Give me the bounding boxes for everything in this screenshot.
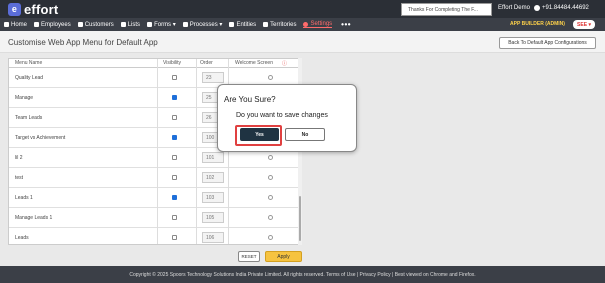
nav-item-home[interactable]: Home	[4, 22, 27, 28]
nav-label: Territories	[270, 21, 297, 28]
col-menu-name: Menu Name	[15, 60, 43, 66]
entity-icon	[229, 22, 235, 27]
visibility-checkbox[interactable]	[172, 95, 177, 100]
order-input[interactable]: 105	[202, 212, 224, 223]
home-icon	[4, 22, 9, 27]
gear-icon	[303, 21, 309, 27]
page-header: Customise Web App Menu for Default App B…	[0, 31, 605, 53]
table-header: Menu Name Visibility Order Welcome Scree…	[9, 59, 301, 68]
list-icon	[120, 22, 126, 27]
phone-icon	[534, 5, 540, 11]
col-welcome-screen: Welcome Screen	[235, 60, 273, 66]
visibility-checkbox[interactable]	[172, 215, 177, 220]
process-icon	[182, 22, 188, 27]
order-input[interactable]: 102	[202, 172, 224, 183]
nav-item-territories[interactable]: Territories	[263, 22, 296, 28]
no-button[interactable]: No	[285, 128, 325, 141]
order-input[interactable]: 23	[202, 72, 224, 83]
visibility-checkbox[interactable]	[172, 235, 177, 240]
nav-item-settings[interactable]: Settings	[303, 21, 333, 28]
order-input[interactable]: 103	[202, 192, 224, 203]
logo[interactable]: e effort	[8, 1, 59, 17]
nav-item-forms[interactable]: Forms ▾	[147, 21, 176, 28]
visibility-checkbox[interactable]	[172, 135, 177, 140]
nav-label: Processes ▾	[189, 22, 223, 28]
user-menu-button[interactable]: SEE ▾	[573, 20, 595, 29]
top-bar: e effort Thanks For Completing The F... …	[0, 0, 605, 18]
menu-name-cell: Quality Lead	[15, 75, 44, 81]
order-input[interactable]: 106	[202, 232, 224, 243]
nav-label: Lists	[127, 21, 141, 28]
page-title: Customise Web App Menu for Default App	[8, 38, 158, 47]
menu-name-cell: test	[15, 175, 24, 181]
nav-label: Customers	[84, 21, 114, 28]
menu-name-cell: Manage Leads 1	[15, 215, 53, 221]
nav-label: Employees	[41, 21, 71, 28]
nav-item-lists[interactable]: Lists	[120, 21, 141, 28]
nav-label: Forms ▾	[154, 22, 176, 28]
col-order: Order	[200, 60, 213, 66]
notice-banner[interactable]: Thanks For Completing The F...	[401, 3, 492, 16]
visibility-checkbox[interactable]	[172, 195, 177, 200]
welcome-screen-radio[interactable]	[268, 195, 273, 200]
visibility-checkbox[interactable]	[172, 175, 177, 180]
nav-label: Settings	[310, 21, 333, 27]
info-icon[interactable]: ⓘ	[282, 60, 287, 67]
main-nav: Home Employees Customers Lists Forms ▾ P…	[0, 18, 605, 31]
nav-item-customers[interactable]: Customers	[77, 21, 114, 28]
confirm-dialog: Are You Sure? Do you want to save change…	[217, 84, 357, 152]
reset-button[interactable]: RESET	[238, 251, 260, 262]
nav-item-processes[interactable]: Processes ▾	[182, 21, 223, 28]
dialog-message: Do you want to save changes	[236, 112, 328, 119]
nav-item-employees[interactable]: Employees	[34, 22, 71, 28]
welcome-screen-radio[interactable]	[268, 235, 273, 240]
more-menu-icon[interactable]: •••	[341, 20, 351, 29]
nav-label: Entities	[236, 21, 257, 28]
menu-name-cell: Manage	[15, 95, 34, 101]
table-row: Leads 106	[9, 228, 301, 244]
menu-name-cell: Target vs Achievement	[15, 135, 66, 141]
scrollbar-thumb[interactable]	[299, 196, 301, 241]
table-row: Leads 1 103	[9, 188, 301, 208]
welcome-screen-radio[interactable]	[268, 175, 273, 180]
phone-number: +91.84484.44692	[542, 5, 589, 11]
menu-name-cell: Leads	[15, 235, 29, 241]
back-to-config-button[interactable]: Back To Default App Configurations	[499, 37, 596, 49]
logo-text: effort	[24, 1, 59, 17]
col-visibility: Visibility	[163, 60, 181, 66]
location-icon	[263, 22, 269, 27]
account-name[interactable]: Effort Demo	[498, 5, 530, 11]
support-phone[interactable]: +91.84484.44692	[534, 5, 589, 11]
app-builder-link[interactable]: APP BUILDER (ADMIN)	[510, 21, 565, 27]
logo-mark-icon: e	[8, 2, 21, 16]
apply-button[interactable]: Apply	[265, 251, 302, 262]
order-input[interactable]: 101	[202, 152, 224, 163]
welcome-screen-radio[interactable]	[268, 75, 273, 80]
form-icon	[147, 22, 153, 27]
column-divider	[157, 59, 158, 244]
visibility-checkbox[interactable]	[172, 115, 177, 120]
column-divider	[196, 59, 197, 244]
person-icon	[34, 22, 40, 27]
menu-name-cell: Leads 1	[15, 195, 33, 201]
nav-items: Home Employees Customers Lists Forms ▾ P…	[4, 18, 351, 31]
yes-button[interactable]: Yes	[240, 128, 279, 141]
table-row: test 102	[9, 168, 301, 188]
footer: Copyright © 2025 Spoors Technology Solut…	[0, 266, 605, 283]
visibility-checkbox[interactable]	[172, 155, 177, 160]
dialog-title: Are You Sure?	[224, 95, 276, 104]
people-icon	[77, 22, 83, 27]
visibility-checkbox[interactable]	[172, 75, 177, 80]
menu-name-cell: Team Leads	[15, 115, 43, 121]
menu-name-cell: lil 2	[15, 155, 23, 161]
welcome-screen-radio[interactable]	[268, 215, 273, 220]
table-row: Manage Leads 1 105	[9, 208, 301, 228]
welcome-screen-radio[interactable]	[268, 155, 273, 160]
nav-label: Home	[11, 21, 28, 28]
nav-item-entities[interactable]: Entities	[229, 22, 256, 28]
